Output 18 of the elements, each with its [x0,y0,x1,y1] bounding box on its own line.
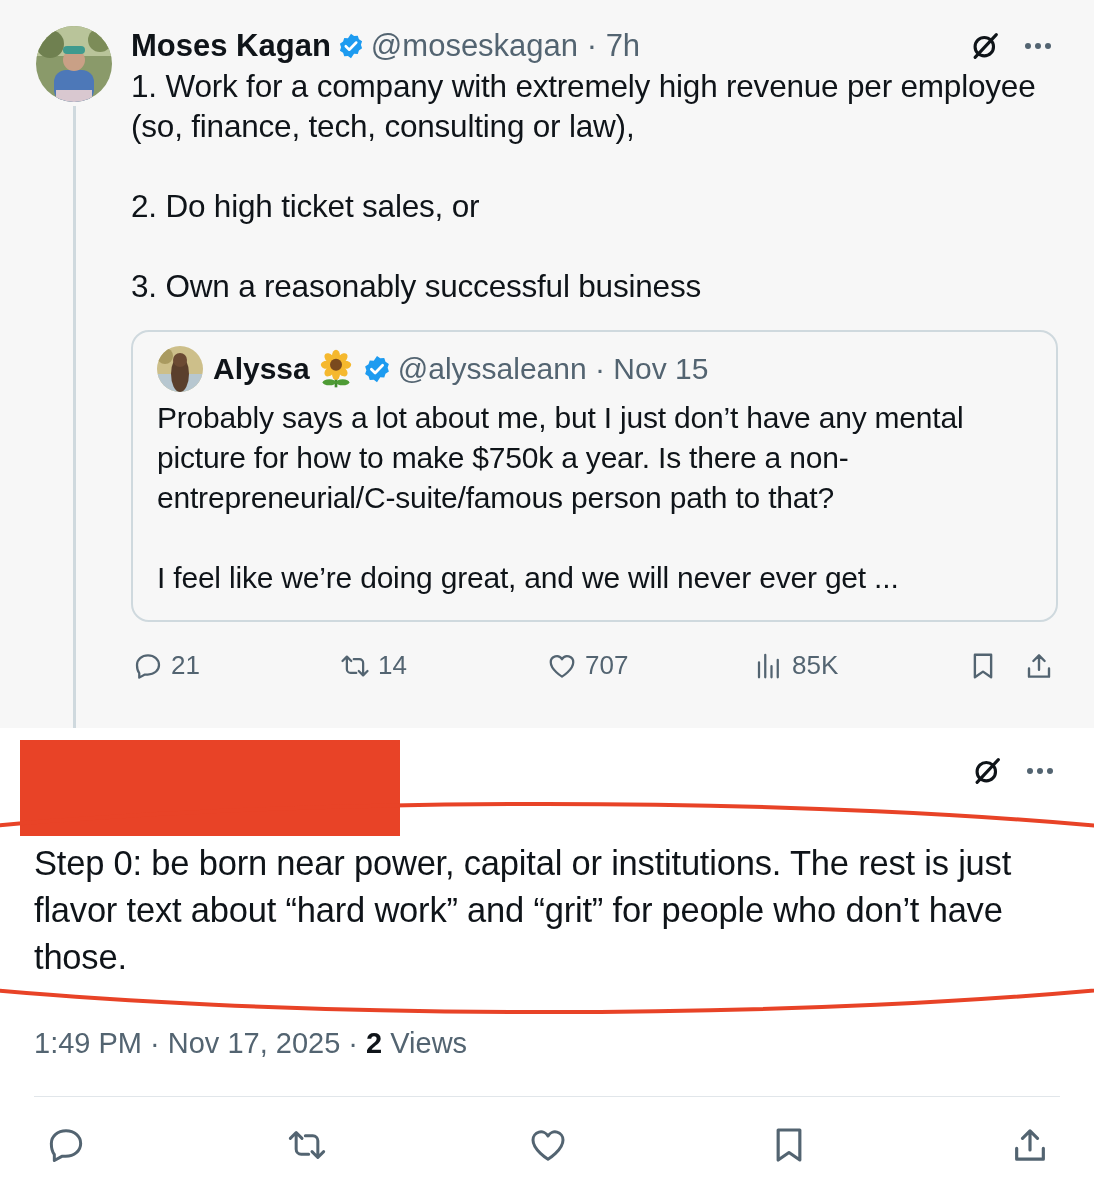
author-handle: @moseskagan · 7h [370,28,641,64]
author-name[interactable]: Moses Kagan [131,28,331,64]
post-text: 3. Own a reasonably successful business [131,267,702,306]
post-text: 2. Do high ticket sales, or [131,187,481,226]
reply-button[interactable]: 21 [133,650,340,681]
more-icon[interactable] [1024,42,1052,50]
author-handle: @alyssaleann · Nov 15 [397,352,709,386]
like-button[interactable]: 707 [547,650,754,681]
quoted-post-text: I feel like we’re doing great, and we will never ever get ... [157,560,900,596]
timestamp: 1:49 PM · Nov 17, 2025 · 2 Views [34,1027,469,1060]
more-icon[interactable] [1026,767,1054,775]
post-text: 1. Work for a company with extremely high revenue per employee (so, finance, tech, consulting or law), [131,67,1037,146]
quoted-post-text: Probably says a lot about me, but I just don’t have any mental picture for how to make $750k a year. Is there a non-entrepreneurial/C-suite/famous person path to that? [157,400,965,516]
repost-button[interactable]: 14 [340,650,547,681]
reply-text: Step 0: be born near power, capital or institutions. The rest is just flavor text about “hard work” and “grit” for people who don’t have those. [34,843,1012,978]
quoted-post-card[interactable] [131,330,1058,622]
views-button[interactable]: 85K [754,650,961,681]
author-name: Alyssa [213,352,310,386]
